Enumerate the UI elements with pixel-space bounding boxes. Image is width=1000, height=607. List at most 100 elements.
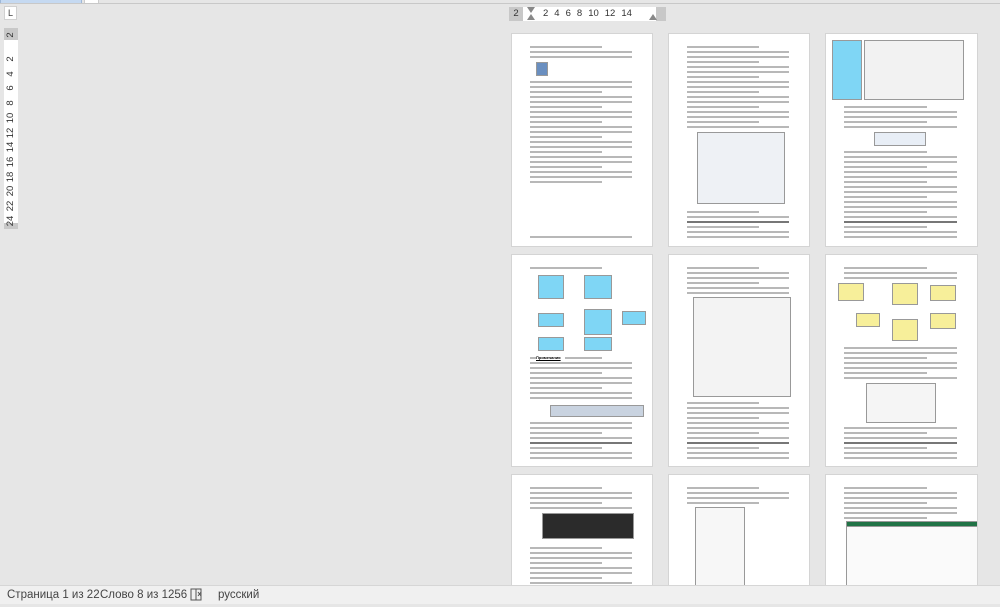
text-line (844, 277, 957, 279)
text-line (687, 216, 789, 218)
section-heading: Примечания (536, 355, 565, 360)
text-line (687, 61, 759, 63)
text-line (844, 497, 957, 499)
text-line (844, 347, 957, 349)
page-thumbnail[interactable] (825, 33, 978, 247)
text-line (530, 91, 602, 93)
text-line (530, 432, 602, 434)
text-line (530, 567, 632, 569)
ruler-tick: 20 (5, 186, 16, 197)
text-line (687, 452, 789, 454)
text-line (844, 447, 927, 449)
text-line (530, 116, 632, 118)
page-thumbnail[interactable]: Примечания (511, 254, 653, 467)
text-line (687, 492, 789, 494)
text-line (844, 437, 957, 439)
figure-tree-view (695, 507, 745, 593)
figure-relational-diagram (892, 283, 918, 305)
text-line (530, 46, 602, 48)
text-line (530, 121, 602, 123)
text-line (530, 146, 632, 148)
text-line (844, 362, 957, 364)
language-indicator[interactable]: русский (218, 586, 259, 604)
horizontal-ruler[interactable]: 2 2 4 6 8 10 12 14 (509, 7, 666, 21)
first-line-indent-marker[interactable] (527, 7, 535, 13)
book-x-icon[interactable] (190, 588, 203, 601)
figure-title-page (536, 62, 548, 76)
text-line (530, 126, 632, 128)
text-line (844, 181, 927, 183)
page-thumbnail[interactable] (668, 33, 810, 247)
text-line (687, 96, 789, 98)
page-thumbnail[interactable] (668, 254, 810, 467)
text-line (687, 116, 789, 118)
page-count[interactable]: Страница 1 из 22 (7, 586, 100, 604)
text-line (530, 106, 602, 108)
text-line (844, 111, 957, 113)
text-line (844, 492, 957, 494)
text-line (844, 171, 957, 173)
text-line (844, 126, 957, 128)
right-indent-marker[interactable] (649, 14, 657, 20)
text-line (530, 56, 632, 58)
ruler-tick: 10 (5, 112, 16, 124)
text-line (844, 201, 957, 203)
figure-data-modeler-window (874, 132, 926, 146)
ruler-tick: 4 (554, 8, 560, 19)
text-line (530, 111, 632, 113)
text-line (530, 582, 632, 584)
vertical-ruler[interactable]: 2 2 4 6 8 10 12 14 16 18 20 22 24 (4, 28, 18, 229)
hanging-indent-marker[interactable] (527, 14, 535, 20)
ruler-tick: 14 (621, 8, 632, 19)
text-line (530, 382, 632, 384)
text-line (530, 181, 602, 183)
text-line (530, 437, 632, 439)
text-line (844, 216, 957, 218)
text-line (530, 397, 632, 399)
ruler-tick: 6 (5, 85, 16, 92)
figure-relational-diagram (866, 383, 936, 423)
text-line (530, 557, 632, 559)
ruler-ticks: 2 4 6 8 10 12 14 (543, 7, 638, 21)
text-line (844, 206, 957, 208)
text-line (844, 221, 957, 223)
text-line (844, 512, 957, 514)
text-line (687, 497, 789, 499)
page-thumbnail[interactable] (668, 474, 810, 594)
text-line (687, 277, 789, 279)
page-thumbnail[interactable] (825, 254, 978, 467)
figure-excel-sheet (846, 521, 977, 527)
text-line (844, 106, 927, 108)
text-line (687, 56, 789, 58)
text-line (687, 71, 789, 73)
figure-er-diagram (538, 275, 564, 299)
text-line (530, 51, 632, 53)
text-line (687, 106, 759, 108)
ruler-tick: 16 (5, 156, 16, 168)
text-line (530, 427, 632, 429)
page-thumbnail[interactable] (511, 33, 653, 247)
text-line (844, 267, 927, 269)
text-line (844, 377, 957, 379)
text-line (844, 191, 957, 193)
text-line (687, 91, 759, 93)
text-line (687, 101, 789, 103)
text-line (530, 507, 632, 509)
text-line (530, 156, 632, 158)
page-thumbnail[interactable] (825, 474, 978, 594)
ruler-tick: 12 (5, 127, 16, 138)
text-line (530, 422, 632, 424)
figure-er-diagram (584, 337, 612, 351)
page-thumbnail[interactable] (511, 474, 653, 594)
text-line (687, 407, 789, 409)
text-line (844, 231, 957, 233)
word-count[interactable]: Слово 8 из 1256 (100, 586, 187, 604)
text-line (530, 572, 632, 574)
tab-stop-selector[interactable]: L (4, 6, 17, 20)
text-line (687, 402, 759, 404)
text-line (687, 231, 789, 233)
text-line (844, 517, 927, 519)
text-line (530, 547, 602, 549)
text-line (687, 437, 789, 439)
figure-er-diagram (538, 337, 564, 351)
